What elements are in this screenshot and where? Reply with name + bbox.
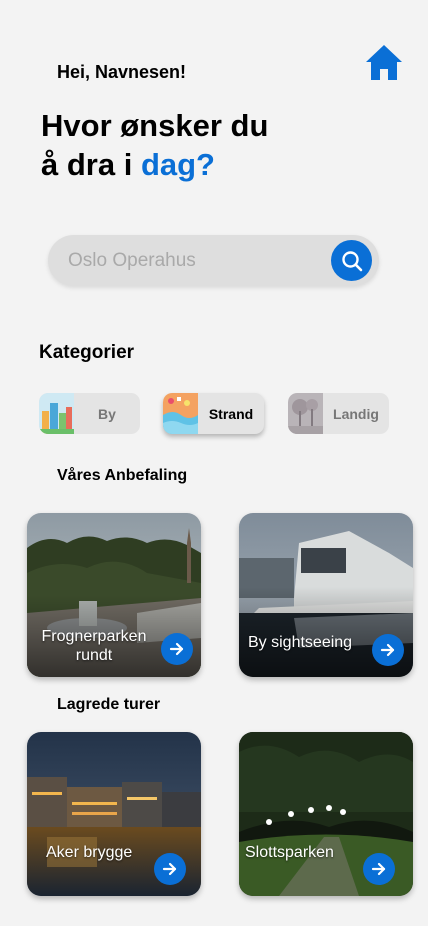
city-icon bbox=[39, 393, 74, 434]
search-button[interactable] bbox=[331, 240, 372, 281]
category-strand[interactable]: Strand bbox=[163, 393, 264, 434]
greeting: Hei, Navnesen! bbox=[57, 62, 187, 82]
search-icon bbox=[341, 250, 362, 271]
arrow-right-icon bbox=[162, 862, 177, 876]
search-bar bbox=[48, 235, 379, 286]
category-by[interactable]: By bbox=[39, 393, 140, 434]
home-icon[interactable] bbox=[364, 42, 404, 82]
categories-title: Kategorier bbox=[39, 342, 135, 363]
saved-card-slottsparken[interactable]: Slottsparken bbox=[239, 732, 413, 896]
card-go-button[interactable] bbox=[161, 633, 193, 665]
headline-prefix: å dra i bbox=[41, 147, 141, 182]
recommendation-card-frognerparken[interactable]: Frognerparken rundt bbox=[27, 513, 201, 677]
arrow-right-icon bbox=[169, 642, 184, 656]
category-label: Landig bbox=[333, 405, 379, 422]
page-title: Hvor ønsker du å dra i dag? bbox=[41, 106, 268, 184]
headline-line-1: Hvor ønsker du bbox=[41, 108, 269, 143]
card-title: By sightseeing bbox=[248, 634, 353, 651]
arrow-right-icon bbox=[371, 862, 386, 876]
category-landig[interactable]: Landig bbox=[288, 393, 389, 434]
card-title: Slottsparken bbox=[245, 844, 334, 861]
saved-card-aker-brygge[interactable]: Aker brygge bbox=[27, 732, 201, 896]
search-input[interactable] bbox=[68, 235, 328, 286]
recommendation-card-sightseeing[interactable]: By sightseeing bbox=[239, 513, 413, 677]
card-title: Frognerparken rundt bbox=[41, 628, 147, 664]
saved-trips-title: Lagrede turer bbox=[57, 696, 161, 713]
card-title: Aker brygge bbox=[46, 844, 133, 861]
card-go-button[interactable] bbox=[154, 853, 186, 885]
category-label: By bbox=[98, 405, 116, 422]
countryside-icon bbox=[288, 393, 323, 434]
headline-accent: dag? bbox=[140, 147, 215, 182]
headline-line-2: å dra i dag? bbox=[41, 145, 268, 184]
card-go-button[interactable] bbox=[363, 853, 395, 885]
category-label: Strand bbox=[208, 405, 254, 422]
arrow-right-icon bbox=[380, 643, 395, 657]
recommendations-title: Våres Anbefaling bbox=[57, 467, 188, 484]
card-go-button[interactable] bbox=[372, 634, 404, 666]
beach-icon bbox=[163, 393, 198, 434]
